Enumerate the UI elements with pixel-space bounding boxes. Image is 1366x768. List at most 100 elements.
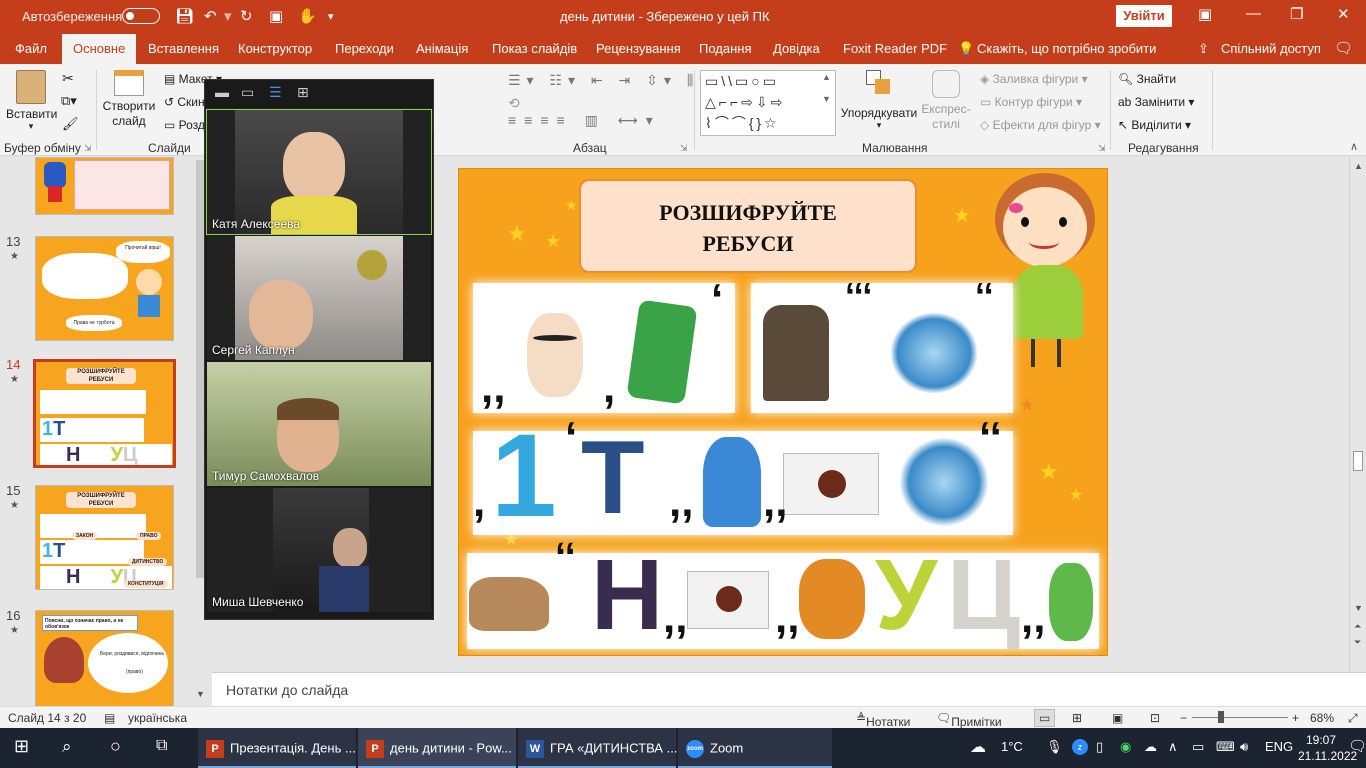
tab-transitions[interactable]: Переходи (335, 41, 394, 56)
slide-thumbnail-12[interactable] (35, 157, 174, 215)
paragraph-launcher-icon[interactable]: ⇲ (680, 143, 688, 154)
task-view-icon[interactable]: ⧉ (156, 728, 167, 768)
participant-video[interactable]: Катя Алексеева (206, 109, 432, 235)
clipboard-launcher-icon[interactable]: ⇲ (84, 143, 92, 154)
volume-icon[interactable]: 🔊︎ (1240, 739, 1248, 755)
present-icon[interactable]: ▣ (269, 7, 283, 25)
taskbar-powerpoint-active[interactable]: Pдень дитини - Pow... (358, 728, 516, 768)
find-button[interactable]: 🔍︎ Знайти (1118, 72, 1176, 86)
slide-scrollbar[interactable]: ▲ ▼ ⏶ ⏷ (1349, 157, 1366, 672)
previous-slide-icon[interactable]: ⏶ (1354, 621, 1361, 632)
comments-icon[interactable]: 🗨 (1334, 39, 1353, 57)
tab-foxit[interactable]: Foxit Reader PDF (843, 41, 947, 56)
taskbar-powerpoint-presentation[interactable]: P Презентація. День ... (198, 728, 356, 768)
onedrive-icon[interactable]: ☁ (1144, 739, 1157, 755)
zoom-level[interactable]: 68% (1310, 711, 1334, 725)
slideshow-icon[interactable]: ⊡ (1150, 711, 1160, 725)
shapes-scroll-up[interactable]: ▲ (822, 72, 831, 82)
taskbar-word[interactable]: W ГРА «ДИТИНСТВА ... (518, 728, 677, 768)
list-buttons[interactable]: ☰▾ ☷▾ ⇤ ⇥ ⇳▾ ⫼▾ (508, 72, 712, 89)
tab-insert[interactable]: Вставлення (148, 41, 219, 56)
autosave-toggle[interactable] (122, 8, 160, 24)
zoom-gallery-view-icon[interactable]: ⊞ (297, 84, 309, 101)
tab-help[interactable]: Довідка (773, 41, 820, 56)
slide-thumbnail-15[interactable]: РОЗШИФРУЙТЕ РЕБУСИ 1Т Н УЦ ЗАКОН ПРАВО ДИ… (35, 485, 174, 590)
tray-app-icon[interactable]: ◉ (1120, 739, 1131, 755)
next-slide-icon[interactable]: ⏷ (1354, 637, 1361, 648)
ribbon-display-icon[interactable]: ▣ (1198, 5, 1212, 23)
replace-button[interactable]: ab Замінити ▾ (1118, 95, 1194, 109)
zoom-minimize-icon[interactable]: ▬ (215, 84, 229, 100)
zoom-single-view-icon[interactable]: ▭ (241, 84, 254, 101)
zoom-slider-thumb[interactable] (1218, 711, 1224, 723)
restore-icon[interactable]: ❐ (1290, 5, 1303, 23)
comments-toggle[interactable]: 🗨 Примітки (936, 711, 1002, 729)
tab-review[interactable]: Рецензування (596, 41, 681, 56)
reading-view-icon[interactable]: ▣ (1112, 711, 1123, 725)
weather-cloud-icon[interactable]: ☁ (970, 737, 986, 757)
zoom-out-icon[interactable]: − (1180, 711, 1187, 725)
microphone-icon[interactable]: 🎙︎ (1046, 739, 1063, 755)
slide-title[interactable]: РОЗШИФРУЙТЕ РЕБУСИ (579, 179, 917, 273)
select-button[interactable]: ↖ Виділити ▾ (1118, 118, 1191, 132)
scroll-down-icon[interactable]: ▼ (196, 689, 205, 699)
battery-icon[interactable]: ▭ (1192, 739, 1204, 755)
slide-thumbnail-13[interactable]: Прочитай вірш! Права не турбота (35, 236, 174, 341)
customize-qat-icon[interactable]: ▾ (328, 10, 334, 23)
slide-thumbnail-14[interactable]: РОЗШИФРУЙТЕ РЕБУСИ 1Т Н УЦ (33, 359, 176, 468)
input-language[interactable]: ENG (1265, 739, 1293, 754)
notifications-icon[interactable]: 🗨 (1348, 737, 1366, 755)
tab-view[interactable]: Подання (699, 41, 752, 56)
taskbar-zoom[interactable]: zoom Zoom (678, 728, 832, 768)
cut-icon[interactable]: ✂ (62, 70, 74, 87)
slide-sorter-icon[interactable]: ⊞ (1072, 711, 1082, 725)
text-direction-icon[interactable]: ⟲ (508, 95, 520, 112)
scroll-up-icon[interactable]: ▲ (1354, 161, 1363, 171)
drawing-launcher-icon[interactable]: ⇲ (1098, 143, 1106, 154)
tray-icon[interactable]: ▯ (1096, 739, 1103, 755)
cortana-icon[interactable]: ○ (110, 728, 121, 768)
tab-design[interactable]: Конструктор (238, 41, 312, 56)
quick-styles-button[interactable]: Експрес-стилі (920, 70, 972, 132)
collapse-ribbon-icon[interactable]: ∧ (1350, 140, 1358, 153)
signin-button[interactable]: Увійти (1116, 5, 1172, 27)
shapes-gallery[interactable]: ▭\\▭○▭ △⌐⌐⇨⇩⇨ ⌇⌒⌒{}☆ (700, 70, 836, 136)
redo-icon[interactable]: ↻ (240, 7, 253, 25)
zoom-video-panel[interactable]: ▬ ▭ ☰ ⊞ ︿ Катя Алексеева Сергей Каплун Т… (204, 79, 434, 620)
notes-pane[interactable]: Нотатки до слайда (212, 672, 1366, 706)
windows-start-icon[interactable]: ⊞ (14, 728, 29, 768)
format-painter-icon[interactable]: 🖌 (62, 116, 79, 132)
weather-temperature[interactable]: 1°C (1001, 739, 1023, 754)
participant-video[interactable]: Сергей Каплун (207, 236, 431, 360)
reset-button[interactable]: ↺ Скин (164, 95, 205, 109)
shape-fill-button[interactable]: ◈ Заливка фігури ▾ (980, 72, 1088, 86)
search-icon[interactable]: ⌕ (62, 728, 72, 768)
network-icon[interactable]: ⌨ (1216, 739, 1235, 755)
save-icon[interactable]: 💾︎ (175, 7, 194, 25)
tab-home[interactable]: Основне (62, 34, 137, 64)
tell-me-search[interactable]: Скажіть, що потрібно зробити (977, 41, 1156, 56)
shape-effects-button[interactable]: ◇ Ефекти для фігур ▾ (980, 118, 1101, 132)
normal-view-icon[interactable]: ▭ (1034, 709, 1056, 727)
participant-video[interactable]: Миша Шевченко (207, 488, 431, 612)
share-button[interactable]: Спільний доступ (1221, 41, 1321, 56)
participant-video[interactable]: Тимур Самохвалов (207, 362, 431, 486)
touch-mode-icon[interactable]: ✋ (298, 7, 317, 25)
slide-scrollbar-thumb[interactable] (1353, 451, 1363, 471)
copy-icon[interactable]: ⧉▾ (61, 93, 77, 109)
slide-thumbnail-16[interactable]: Поясни, що означає право, а не обов'язок… (35, 610, 174, 708)
section-button[interactable]: ▭ Розд (164, 118, 205, 132)
shapes-scroll-down[interactable]: ▼ (822, 94, 831, 104)
show-hidden-icons[interactable]: ∧ (1168, 739, 1178, 755)
clock[interactable]: 19:07 21.11.2022 (1298, 732, 1357, 764)
zoom-strip-view-icon[interactable]: ☰ (269, 84, 282, 101)
zoom-in-icon[interactable]: + (1292, 711, 1299, 725)
paste-button[interactable]: Вставити ▾ (6, 70, 57, 132)
align-buttons[interactable]: ≡≡≡≡ ▥ ⟷▾ (508, 112, 661, 129)
spellcheck-icon[interactable]: ▤ (104, 711, 115, 725)
tab-slideshow[interactable]: Показ слайдів (492, 41, 577, 56)
tab-animations[interactable]: Анімація (416, 41, 468, 56)
minimize-icon[interactable]: — (1246, 5, 1261, 22)
zoom-slider[interactable] (1192, 717, 1288, 718)
language-indicator[interactable]: українська (128, 711, 187, 725)
